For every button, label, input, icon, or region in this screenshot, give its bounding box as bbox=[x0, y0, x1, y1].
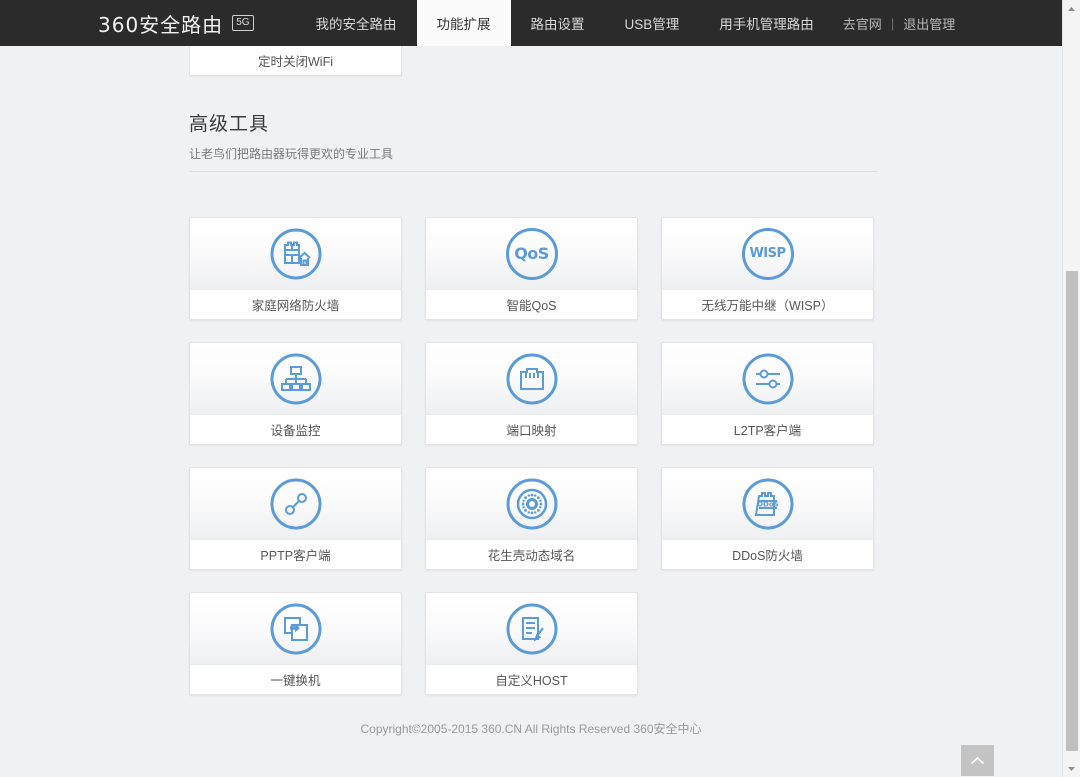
tools-grid: 家庭网络防火墙 QoS 智能QoS WISP 无线万能中继（WISP） 设备监控… bbox=[189, 217, 901, 695]
scroll-up-arrow[interactable] bbox=[1063, 0, 1080, 17]
tool-card-oray-ddns[interactable]: 花生壳动态域名 bbox=[425, 467, 638, 570]
transfer-screens-icon bbox=[270, 603, 321, 654]
edit-document-icon bbox=[506, 603, 557, 654]
main-nav: 我的安全路由 功能扩展 路由设置 USB管理 用手机管理路由 bbox=[296, 0, 834, 46]
scrollbar-thumb[interactable] bbox=[1066, 271, 1078, 751]
wisp-text-icon: WISP bbox=[741, 227, 794, 280]
rj45-port-icon bbox=[506, 353, 557, 404]
tool-card-ddos-firewall[interactable]: DDoS DDoS防火墙 bbox=[661, 467, 874, 570]
svg-text:DDoS: DDoS bbox=[757, 500, 778, 508]
firewall-house-icon bbox=[270, 228, 321, 279]
tool-card-device-monitor[interactable]: 设备监控 bbox=[189, 342, 402, 445]
tool-card-label: 一键换机 bbox=[190, 664, 401, 694]
router-admin-page: 360安全路由 5G 我的安全路由 功能扩展 路由设置 USB管理 用手机管理路… bbox=[0, 0, 1080, 777]
tool-card-wisp-relay[interactable]: WISP 无线万能中继（WISP） bbox=[661, 217, 874, 320]
tool-card-label: 智能QoS bbox=[426, 289, 637, 319]
network-tree-icon bbox=[270, 353, 321, 404]
card-icon-area bbox=[426, 593, 637, 664]
card-icon-area bbox=[190, 593, 401, 664]
tool-card-smart-qos[interactable]: QoS 智能QoS bbox=[425, 217, 638, 320]
tool-card-one-key-migrate[interactable]: 一键换机 bbox=[189, 592, 402, 695]
link-nodes-icon bbox=[270, 478, 321, 529]
card-icon-area: DDoS bbox=[662, 468, 873, 539]
tool-card-custom-host[interactable]: 自定义HOST bbox=[425, 592, 638, 695]
top-header: 360安全路由 5G 我的安全路由 功能扩展 路由设置 USB管理 用手机管理路… bbox=[0, 0, 1062, 46]
card-icon-area bbox=[190, 468, 401, 539]
tool-card-label: 端口映射 bbox=[426, 414, 637, 444]
footer-copyright: Copyright©2005-2015 360.CN All Rights Re… bbox=[360, 722, 702, 736]
tool-card-label: 花生壳动态域名 bbox=[426, 539, 637, 569]
scroll-up-icon bbox=[1068, 6, 1075, 11]
ddos-wall-icon: DDoS bbox=[742, 478, 793, 529]
brand-logo[interactable]: 360安全路由 5G bbox=[98, 0, 254, 46]
tab-feature-extensions[interactable]: 功能扩展 bbox=[416, 0, 511, 46]
advanced-tools-section-header: 高级工具 让老鸟们把路由器玩得更欢的专业工具 bbox=[189, 109, 878, 172]
logo-text: 360安全路由 bbox=[98, 12, 224, 37]
tool-card-home-firewall[interactable]: 家庭网络防火墙 bbox=[189, 217, 402, 320]
tab-router-settings[interactable]: 路由设置 bbox=[511, 0, 605, 46]
tool-card-label: 设备监控 bbox=[190, 414, 401, 444]
card-icon-area: QoS bbox=[426, 218, 637, 289]
scroll-down-icon bbox=[1068, 766, 1075, 771]
chevron-up-icon bbox=[970, 756, 985, 764]
card-icon-area bbox=[426, 468, 637, 539]
card-icon-area bbox=[190, 218, 401, 289]
tool-card-pptp-client[interactable]: PPTP客户端 bbox=[189, 467, 402, 570]
tab-my-router[interactable]: 我的安全路由 bbox=[296, 0, 417, 46]
tool-card-label: 定时关闭WiFi bbox=[258, 55, 333, 69]
vertical-scrollbar[interactable] bbox=[1062, 0, 1080, 777]
dotted-ring-icon bbox=[506, 478, 557, 529]
section-subtitle: 让老鸟们把路由器玩得更欢的专业工具 bbox=[189, 145, 878, 172]
tool-card-label: 家庭网络防火墙 bbox=[190, 289, 401, 319]
tool-card-label: 自定义HOST bbox=[426, 664, 637, 694]
back-to-top-button[interactable] bbox=[961, 745, 994, 776]
tool-card-label: DDoS防火墙 bbox=[662, 539, 873, 569]
tool-card-label: L2TP客户端 bbox=[662, 414, 873, 444]
card-icon-area bbox=[426, 343, 637, 414]
tool-card-port-forwarding[interactable]: 端口映射 bbox=[425, 342, 638, 445]
tool-card-scheduled-wifi-off[interactable]: 定时关闭WiFi bbox=[189, 46, 402, 76]
card-icon-area: WISP bbox=[662, 218, 873, 289]
link-official-site[interactable]: 去官网 bbox=[834, 14, 891, 33]
qos-text-icon: QoS bbox=[505, 227, 558, 280]
link-logout[interactable]: 退出管理 bbox=[894, 14, 964, 33]
tab-mobile-management[interactable]: 用手机管理路由 bbox=[699, 0, 834, 46]
logo-5g-badge: 5G bbox=[232, 15, 254, 31]
tool-card-label: 无线万能中继（WISP） bbox=[662, 289, 873, 319]
page-title: 高级工具 bbox=[189, 114, 270, 135]
card-icon-area bbox=[662, 343, 873, 414]
tool-card-label: PPTP客户端 bbox=[190, 539, 401, 569]
page-content: 定时关闭WiFi 高级工具 让老鸟们把路由器玩得更欢的专业工具 家庭网络防火墙 … bbox=[0, 46, 1062, 777]
tab-usb-management[interactable]: USB管理 bbox=[605, 0, 700, 46]
header-right-links: 去官网 | 退出管理 bbox=[834, 0, 1064, 46]
tool-card-l2tp-client[interactable]: L2TP客户端 bbox=[661, 342, 874, 445]
sliders-icon bbox=[742, 353, 793, 404]
card-icon-area bbox=[190, 343, 401, 414]
scroll-down-arrow[interactable] bbox=[1063, 760, 1080, 777]
